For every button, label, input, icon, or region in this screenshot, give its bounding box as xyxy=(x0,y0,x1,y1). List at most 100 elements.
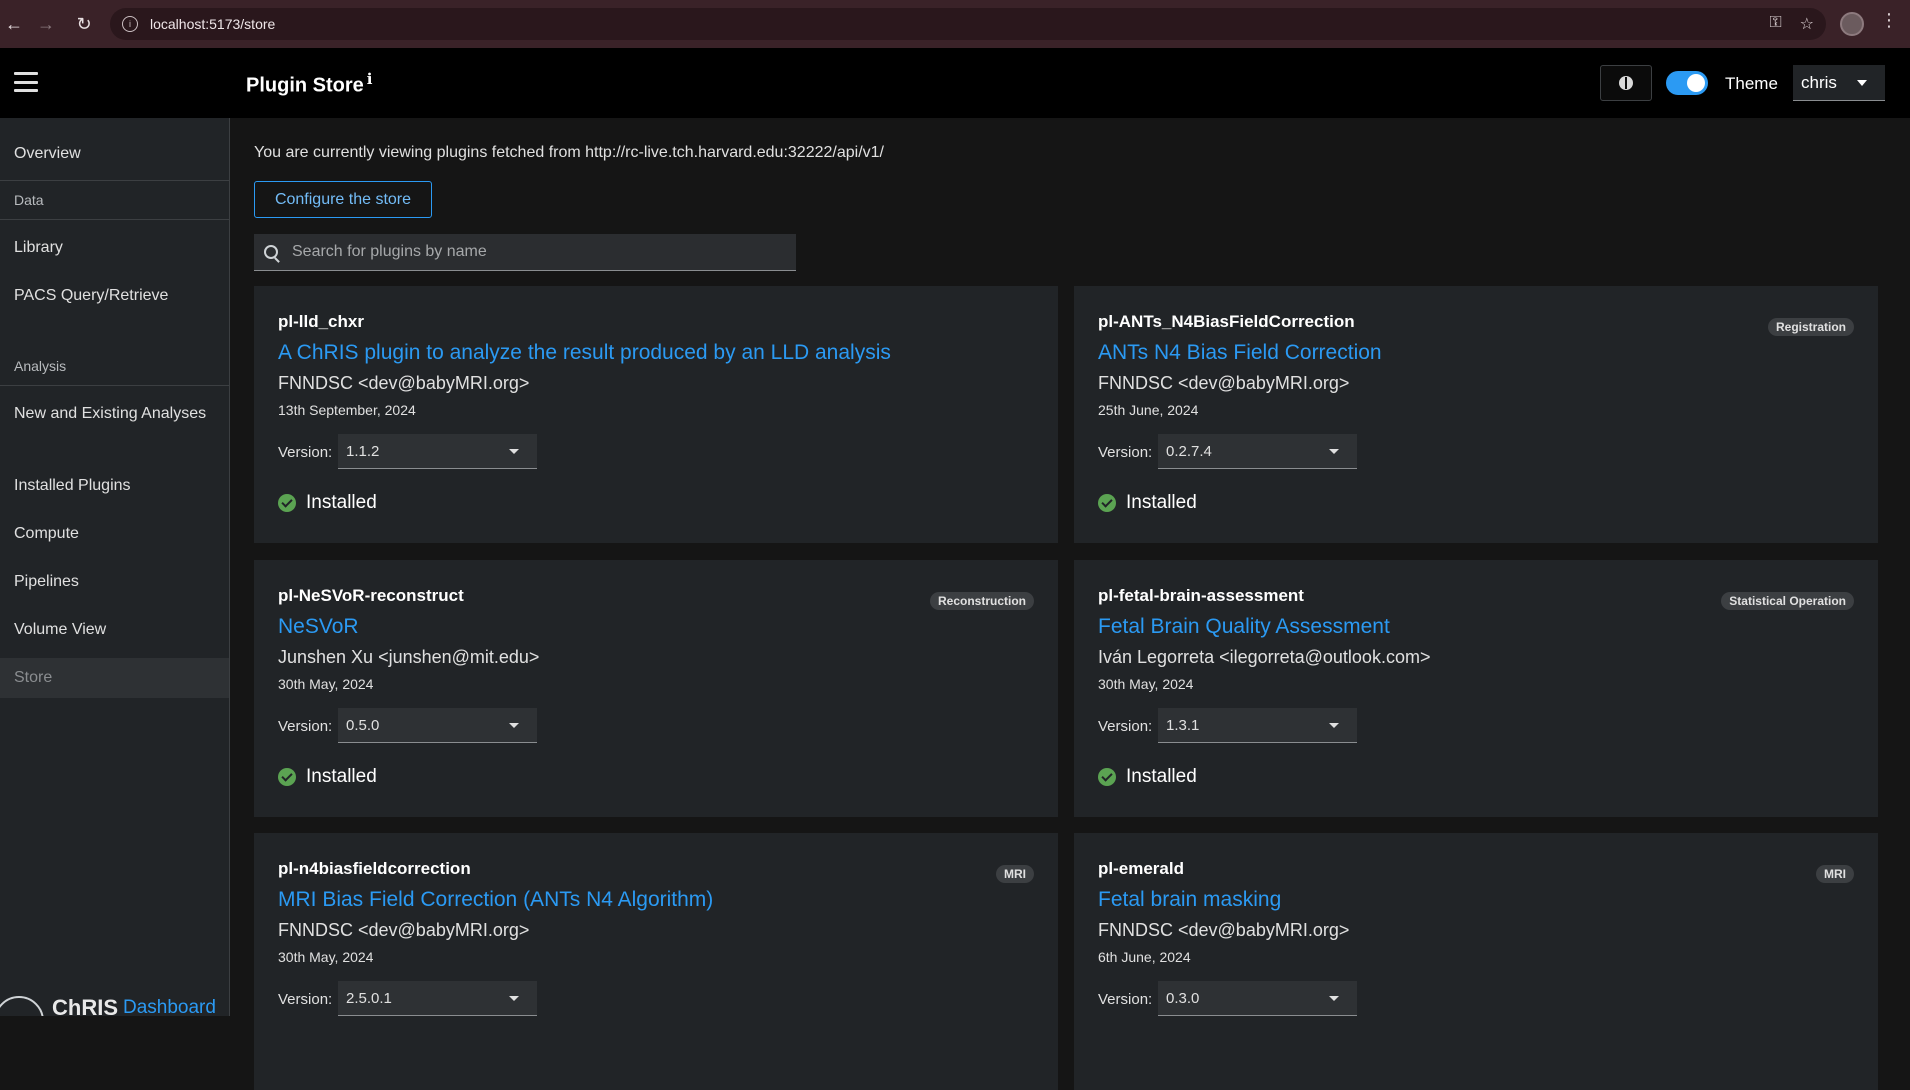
version-label: Version: xyxy=(1098,991,1153,1008)
browser-toolbar: ← → ↻ i localhost:5173/store ⚿ ☆ ⋮ xyxy=(0,0,1910,48)
plugin-date: 30th May, 2024 xyxy=(1098,676,1194,692)
version-select[interactable]: 2.5.0.1 xyxy=(338,981,537,1016)
installed-status: Installed xyxy=(1098,766,1197,788)
plugin-card: pl-emerald MRI Fetal brain masking FNNDSC <… xyxy=(1074,833,1878,1090)
forward-icon[interactable]: → xyxy=(32,10,60,38)
plugin-card: pl-n4biasfieldcorrection MRI MRI Bias Fiel… xyxy=(254,833,1058,1090)
plugin-date: 30th May, 2024 xyxy=(278,676,374,692)
search-input[interactable] xyxy=(290,242,770,262)
plugin-title-link[interactable]: A ChRIS plugin to analyze the result pro… xyxy=(278,341,891,365)
chevron-down-icon xyxy=(1329,996,1339,1001)
chevron-down-icon xyxy=(509,996,519,1001)
plugin-date: 6th June, 2024 xyxy=(1098,949,1191,965)
version-select[interactable]: 0.2.7.4 xyxy=(1158,434,1357,469)
version-label: Version: xyxy=(1098,718,1153,735)
plugin-date: 25th June, 2024 xyxy=(1098,402,1199,418)
info-icon[interactable]: ℹ xyxy=(367,71,373,88)
hamburger-menu-icon[interactable] xyxy=(14,72,38,92)
installed-status: Installed xyxy=(278,766,377,788)
plugin-name: pl-n4biasfieldcorrection xyxy=(278,859,471,878)
theme-label: Theme xyxy=(1725,74,1778,93)
category-badge: MRI xyxy=(996,865,1034,883)
url-text: localhost:5173/store xyxy=(150,16,276,32)
plugin-name: pl-ANTs_N4BiasFieldCorrection xyxy=(1098,312,1355,331)
sidebar-item-pacs[interactable]: PACS Query/Retrieve xyxy=(0,284,229,308)
check-circle-icon xyxy=(278,494,296,512)
divider xyxy=(0,180,229,181)
brain-view-button[interactable] xyxy=(1600,65,1652,101)
plugin-author: FNNDSC <dev@babyMRI.org> xyxy=(278,920,530,940)
version-label: Version: xyxy=(1098,444,1153,461)
password-key-icon[interactable]: ⚿ xyxy=(1769,14,1781,34)
category-badge: Reconstruction xyxy=(929,592,1034,610)
back-icon[interactable]: ← xyxy=(0,10,28,38)
store-source-text: You are currently viewing plugins fetche… xyxy=(254,144,884,161)
theme-toggle[interactable] xyxy=(1666,71,1708,95)
sidebar-group-data: Data xyxy=(14,192,44,208)
version-select[interactable]: 0.5.0 xyxy=(338,708,537,743)
site-info-icon[interactable]: i xyxy=(122,16,138,32)
sidebar-item-compute[interactable]: Compute xyxy=(0,522,229,546)
plugin-author: FNNDSC <dev@babyMRI.org> xyxy=(1098,373,1350,393)
version-select[interactable]: 1.1.2 xyxy=(338,434,537,469)
sidebar-item-volume-view[interactable]: Volume View xyxy=(0,618,229,642)
plugin-name: pl-fetal-brain-assessment xyxy=(1098,586,1304,605)
version-label: Version: xyxy=(278,444,333,461)
plugin-title-link[interactable]: NeSVoR xyxy=(278,615,359,639)
search-icon xyxy=(264,245,278,259)
sidebar-group-analysis: Analysis xyxy=(14,358,67,374)
app-header: Plugin Store ℹ Theme chris xyxy=(0,48,1910,118)
configure-store-button[interactable]: Configure the store xyxy=(254,181,432,218)
check-circle-icon xyxy=(1098,768,1116,786)
version-label: Version: xyxy=(278,991,333,1008)
plugin-date: 30th May, 2024 xyxy=(278,949,374,965)
plugin-author: FNNDSC <dev@babyMRI.org> xyxy=(1098,920,1350,940)
category-badge: Registration xyxy=(1767,318,1854,336)
plugin-title-link[interactable]: Fetal brain masking xyxy=(1098,888,1281,912)
plugin-card: pl-lld_chxr A ChRIS plugin to analyze the… xyxy=(254,286,1058,543)
plugin-card: pl-fetal-brain-assessment Statistical Ope… xyxy=(1074,560,1878,817)
sidebar-item-store[interactable]: Store xyxy=(0,658,229,698)
divider xyxy=(0,385,229,386)
plugin-title-link[interactable]: ANTs N4 Bias Field Correction xyxy=(1098,341,1382,365)
profile-avatar[interactable] xyxy=(1840,12,1864,36)
bookmark-star-icon[interactable]: ☆ xyxy=(1800,14,1814,34)
chevron-down-icon xyxy=(1857,80,1867,86)
sidebar-item-library[interactable]: Library xyxy=(0,236,229,260)
plugin-name: pl-emerald xyxy=(1098,859,1184,878)
plugin-card: pl-ANTs_N4BiasFieldCorrection Registratio… xyxy=(1074,286,1878,543)
sidebar-item-analyses[interactable]: New and Existing Analyses xyxy=(0,402,229,426)
category-badge: Statistical Operation xyxy=(1721,592,1854,610)
chevron-down-icon xyxy=(509,723,519,728)
address-bar[interactable]: i localhost:5173/store ⚿ ☆ xyxy=(110,8,1826,40)
version-select[interactable]: 1.3.1 xyxy=(1158,708,1357,743)
sidebar: Overview Data Library PACS Query/Retriev… xyxy=(0,118,230,1016)
reload-icon[interactable]: ↻ xyxy=(70,10,98,38)
plugin-date: 13th September, 2024 xyxy=(278,402,416,418)
page-title: Plugin Store ℹ xyxy=(246,71,373,97)
plugin-author: Junshen Xu <junshen@mit.edu> xyxy=(278,647,540,667)
chevron-down-icon xyxy=(509,449,519,454)
check-circle-icon xyxy=(1098,494,1116,512)
brain-icon xyxy=(1619,76,1633,90)
chris-dashboard-logo: ChRIS Dashboard xyxy=(0,994,229,1016)
plugin-name: pl-lld_chxr xyxy=(278,312,364,331)
chevron-down-icon xyxy=(1329,449,1339,454)
plugin-author: FNNDSC <dev@babyMRI.org> xyxy=(278,373,530,393)
sidebar-item-pipelines[interactable]: Pipelines xyxy=(0,570,229,594)
plugin-author: Iván Legorreta <ilegorreta@outlook.com> xyxy=(1098,647,1431,667)
installed-status: Installed xyxy=(278,492,377,514)
plugin-title-link[interactable]: MRI Bias Field Correction (ANTs N4 Algor… xyxy=(278,888,713,912)
browser-menu-icon[interactable]: ⋮ xyxy=(1880,10,1898,31)
version-label: Version: xyxy=(278,718,333,735)
divider xyxy=(0,219,229,220)
plugin-title-link[interactable]: Fetal Brain Quality Assessment xyxy=(1098,615,1390,639)
plugin-card: pl-NeSVoR-reconstruct Reconstruction NeSVo… xyxy=(254,560,1058,817)
user-dropdown[interactable]: chris xyxy=(1793,65,1885,101)
sidebar-item-installed-plugins[interactable]: Installed Plugins xyxy=(0,474,229,498)
sidebar-item-overview[interactable]: Overview xyxy=(0,142,229,166)
chevron-down-icon xyxy=(1329,723,1339,728)
version-select[interactable]: 0.3.0 xyxy=(1158,981,1357,1016)
main-content: You are currently viewing plugins fetche… xyxy=(230,118,1910,1090)
chris-logo-icon xyxy=(0,996,44,1016)
